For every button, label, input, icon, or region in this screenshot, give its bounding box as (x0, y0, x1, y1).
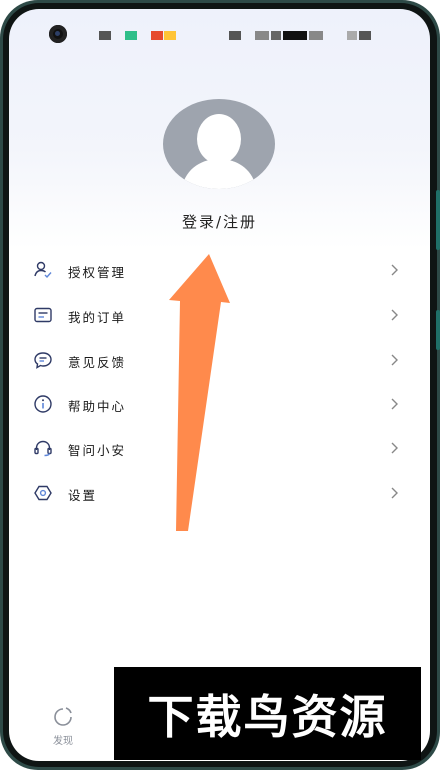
chevron-right-icon (391, 264, 398, 276)
watermark-banner: 下载鸟资源 (114, 667, 421, 760)
status-icon (255, 31, 269, 40)
status-icon (229, 31, 241, 40)
info-icon (34, 395, 52, 413)
chevron-right-icon (391, 487, 398, 499)
menu-item-label: 意见反馈 (68, 355, 127, 370)
feedback-icon (34, 352, 52, 369)
menu-item-label: 设置 (68, 488, 98, 503)
default-user-icon (181, 114, 257, 189)
discover-icon (54, 707, 72, 726)
menu-item-label: 授权管理 (68, 265, 127, 280)
status-icon (125, 31, 137, 40)
annotation-arrow-icon (169, 254, 230, 531)
status-icon (359, 31, 371, 40)
chevron-right-icon (391, 354, 398, 366)
chevron-right-icon (391, 398, 398, 410)
chevron-right-icon (391, 442, 398, 454)
status-icon (309, 31, 323, 40)
status-bar (9, 9, 430, 53)
menu-item-label: 帮助中心 (68, 399, 127, 414)
menu-item-label: 智问小安 (68, 443, 127, 458)
headset-icon (34, 440, 52, 457)
status-icon (283, 31, 307, 40)
watermark-text: 下载鸟资源 (147, 690, 388, 744)
user-check-icon (34, 261, 52, 279)
side-button (436, 310, 440, 350)
tab-discover-label: 发现 (53, 736, 73, 747)
status-icon (99, 31, 111, 40)
front-camera (49, 25, 67, 43)
avatar[interactable] (163, 99, 275, 189)
status-icon (347, 31, 357, 40)
avatar-circle (163, 99, 275, 189)
order-list-icon (34, 307, 52, 323)
phone-frame: 登录/注册 授权管理 我的订单 意见反馈 帮助中心 智问小安 设置 发现 (0, 0, 440, 770)
status-icon (164, 31, 176, 40)
chevron-right-icon (391, 309, 398, 321)
status-icon (151, 31, 163, 40)
screen: 登录/注册 授权管理 我的订单 意见反馈 帮助中心 智问小安 设置 发现 (9, 9, 430, 761)
side-button (436, 190, 440, 250)
status-icon (271, 31, 281, 40)
tab-discover[interactable]: 发现 (43, 704, 83, 749)
menu-item-label: 我的订单 (68, 310, 127, 325)
settings-icon (34, 485, 52, 501)
login-register-link[interactable]: 登录/注册 (9, 211, 430, 232)
